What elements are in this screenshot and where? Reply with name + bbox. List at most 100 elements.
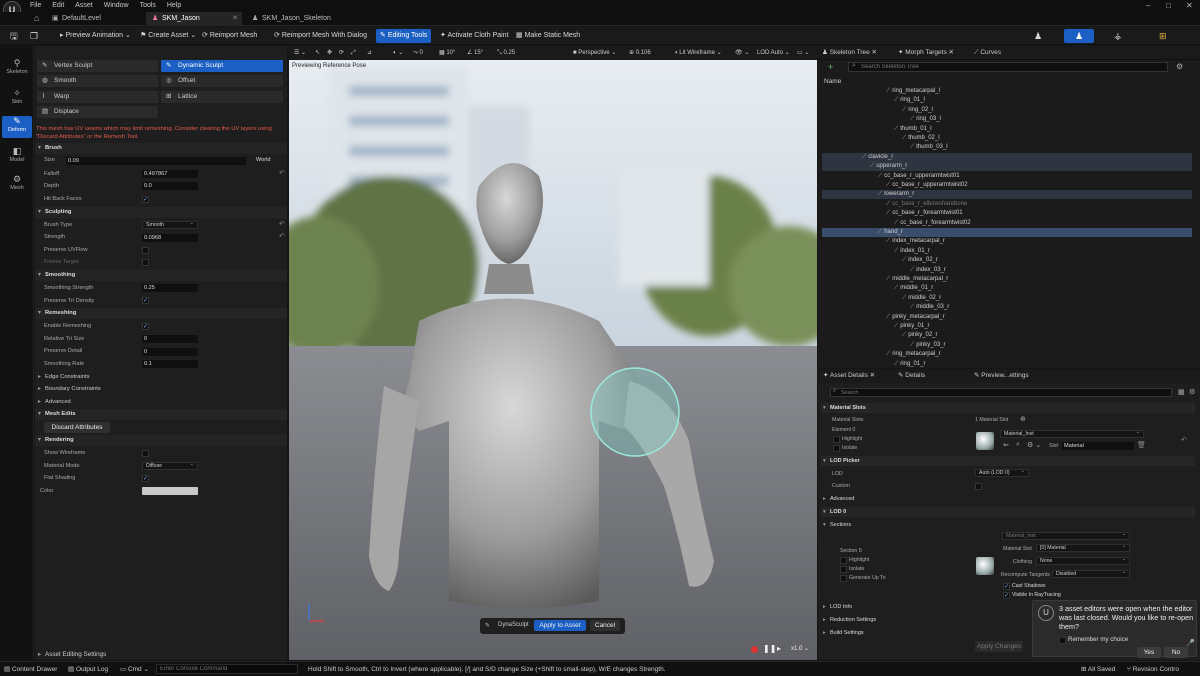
- material-thumbnail[interactable]: [976, 432, 994, 450]
- dynamic-sculpt-button[interactable]: ✎ Dynamic Sculpt: [161, 60, 283, 72]
- boundary-constraints-section[interactable]: Boundary Constraints: [35, 384, 287, 395]
- skeleton-bone-row[interactable]: ⟋ middle_metacarpal_r: [886, 275, 948, 284]
- mode-mesh[interactable]: ⚙ Mesh: [2, 174, 32, 196]
- hit-back-faces-checkbox[interactable]: ✓: [142, 196, 149, 203]
- name-column-header[interactable]: Name: [824, 78, 841, 85]
- skeleton-bone-row[interactable]: ⟋ ring_metacarpal_l: [886, 87, 940, 96]
- sections-section[interactable]: Sections: [821, 520, 1195, 530]
- viewport-menu-icon[interactable]: ☰ ⌄: [294, 48, 306, 58]
- skeleton-bone-row[interactable]: ⟋ thumb_02_l: [902, 134, 940, 143]
- smoothing-strength-input[interactable]: 0.25: [142, 284, 198, 292]
- reset-icon[interactable]: ↶: [279, 169, 285, 177]
- blueprint-mode-icon[interactable]: ⊞: [1155, 29, 1171, 43]
- show-wireframe-checkbox[interactable]: [142, 450, 149, 457]
- falloff-input[interactable]: 0.497867: [142, 170, 198, 178]
- remember-choice-checkbox[interactable]: [1059, 637, 1066, 644]
- advanced-details-section[interactable]: Advanced: [821, 494, 1195, 504]
- advanced-section[interactable]: Advanced: [35, 397, 287, 408]
- menu-file[interactable]: File: [30, 0, 41, 12]
- close-button[interactable]: ✕: [1186, 0, 1193, 12]
- make-static-mesh-button[interactable]: ▦ Make Static Mesh: [512, 29, 584, 43]
- apply-changes-button[interactable]: Apply Changes: [975, 641, 1023, 652]
- fov-value[interactable]: ⊕ 0.106: [629, 48, 651, 58]
- reimport-mesh-button[interactable]: ⟳ Reimport Mesh: [198, 29, 261, 43]
- section-material-dropdown[interactable]: Material_Inst: [1002, 531, 1130, 540]
- displace-button[interactable]: ▤ Displace: [37, 106, 158, 118]
- skeleton-bone-row[interactable]: ⟋ cc_base_r_forearmtwist01: [886, 209, 963, 218]
- skeleton-search-input[interactable]: [848, 62, 1168, 72]
- relative-tri-size-input[interactable]: 0: [142, 335, 198, 343]
- preview-animation-button[interactable]: ▸ Preview Animation ⌄: [56, 29, 135, 43]
- material-slot-dropdown[interactable]: [0] Material: [1036, 543, 1130, 552]
- preserve-uv-checkbox[interactable]: [142, 247, 149, 254]
- console-input[interactable]: [156, 664, 298, 674]
- animation-mode-icon[interactable]: ⚶: [1110, 29, 1126, 43]
- browse-icon[interactable]: ⌕: [1016, 441, 1020, 449]
- tab-asset-details[interactable]: ✦ Asset Details ✕: [823, 369, 875, 383]
- perspective-button[interactable]: ■ Perspective ⌄: [573, 48, 616, 58]
- mesh-edits-section[interactable]: Mesh Edits: [35, 409, 287, 420]
- show-flags-icon[interactable]: 👁 ⌄: [735, 48, 749, 58]
- use-selected-icon[interactable]: ⇐: [1003, 441, 1009, 449]
- tab-details[interactable]: ✎ Details: [898, 369, 925, 383]
- skeleton-bone-row[interactable]: ⟋ ring_metacarpal_r: [886, 350, 941, 359]
- skeleton-bone-row[interactable]: ⟋ index_03_r: [910, 266, 946, 275]
- skeleton-bone-row[interactable]: ⟋ ring_03_l: [910, 115, 941, 124]
- rotation-snap-icon[interactable]: ∠ 15°: [467, 48, 483, 58]
- surface-snap-icon[interactable]: ⤳ 0: [413, 48, 423, 58]
- recompute-tangents-dropdown[interactable]: Disabled: [1052, 569, 1130, 578]
- section-isolate-checkbox[interactable]: [840, 566, 847, 573]
- skeleton-bone-row[interactable]: ⟋ pinky_02_r: [902, 331, 938, 340]
- visible-raytracing-checkbox[interactable]: ✓: [1003, 592, 1010, 599]
- asset-editing-settings-section[interactable]: Asset Editing Settings: [35, 649, 287, 660]
- all-saved-button[interactable]: ⊞ All Saved: [1081, 664, 1115, 675]
- brush-section[interactable]: Brush: [35, 143, 287, 154]
- menu-edit[interactable]: Edit: [52, 0, 64, 12]
- vertex-sculpt-button[interactable]: ✎ Vertex Sculpt: [37, 60, 158, 72]
- gear-icon[interactable]: ⚙ ⌄: [1027, 441, 1041, 449]
- scale-snap-icon[interactable]: ⤡ 0.25: [497, 48, 515, 58]
- settings-icon[interactable]: ⚙: [1176, 62, 1183, 71]
- lattice-button[interactable]: ⊞ Lattice: [161, 91, 283, 103]
- output-log-button[interactable]: ▤ Output Log: [68, 664, 108, 675]
- content-drawer-button[interactable]: ▤ Content Drawer: [4, 664, 57, 675]
- microphone-icon[interactable]: 🎤: [1186, 639, 1195, 647]
- cmd-dropdown[interactable]: ▭ Cmd ⌄: [120, 664, 149, 675]
- smoothing-section[interactable]: Smoothing: [35, 270, 287, 281]
- rendering-section[interactable]: Rendering: [35, 435, 287, 446]
- skeleton-bone-row[interactable]: ⟋ index_02_r: [902, 256, 938, 265]
- skeleton-bone-row[interactable]: ⟋ middle_01_r: [894, 284, 933, 293]
- mode-skin[interactable]: ✧ Skin: [2, 88, 32, 110]
- play-icon[interactable]: ❚❚: [763, 644, 776, 653]
- mode-deform[interactable]: ✎ Deform: [2, 116, 32, 138]
- tab-preview-settings[interactable]: ✎ Preview...ettings: [974, 369, 1029, 383]
- reset-icon[interactable]: ↶: [279, 220, 285, 228]
- smoothing-rate-input[interactable]: 0.1: [142, 360, 198, 368]
- mode-model[interactable]: ◧ Model: [2, 146, 32, 168]
- material-dropdown[interactable]: Material_Inst: [1000, 429, 1144, 438]
- depth-input[interactable]: 0.0: [142, 182, 198, 190]
- skeleton-bone-row[interactable]: ⟋ ring_02_l: [902, 106, 933, 115]
- freeze-target-checkbox[interactable]: [142, 259, 149, 266]
- menu-help[interactable]: Help: [167, 0, 181, 12]
- tab-default-level[interactable]: ▣ DefaultLevel: [46, 12, 142, 26]
- viewport[interactable]: ☰ ⌄ ↖ ✥ ⟳ ⤢ ⊿ ◐ ⌄ ⤳ 0 ▦ 10° ∠ 15° ⤡ 0.25…: [289, 46, 817, 660]
- reimport-with-dialog-button[interactable]: ⟳ Reimport Mesh With Dialog: [270, 29, 371, 43]
- isolate-checkbox[interactable]: [833, 445, 840, 452]
- lod-picker-section[interactable]: LOD Picker: [821, 456, 1195, 466]
- save-icon[interactable]: 🖫: [6, 29, 22, 43]
- discard-attributes-button[interactable]: Discard Attributes: [44, 422, 110, 433]
- brush-type-dropdown[interactable]: Smooth: [142, 220, 198, 229]
- revision-control-button[interactable]: ⑂ Revision Contro: [1127, 664, 1179, 675]
- home-icon[interactable]: ⌂: [34, 13, 39, 23]
- skeleton-bone-row[interactable]: ⟋ pinky_03_r: [910, 341, 946, 350]
- cast-shadows-checkbox[interactable]: ✓: [1003, 583, 1010, 590]
- custom-checkbox[interactable]: [975, 483, 982, 490]
- skeleton-bone-row[interactable]: ⟋ middle_02_r: [902, 294, 941, 303]
- add-icon[interactable]: +: [828, 62, 833, 72]
- clothing-dropdown[interactable]: None: [1036, 556, 1130, 565]
- material-mode-dropdown[interactable]: Diffuse: [142, 461, 198, 470]
- lit-wireframe-button[interactable]: ◑ Lit Wireframe ⌄: [674, 48, 722, 58]
- preserve-detail-input[interactable]: 0: [142, 348, 198, 356]
- snap-icon[interactable]: ⊿: [367, 48, 372, 58]
